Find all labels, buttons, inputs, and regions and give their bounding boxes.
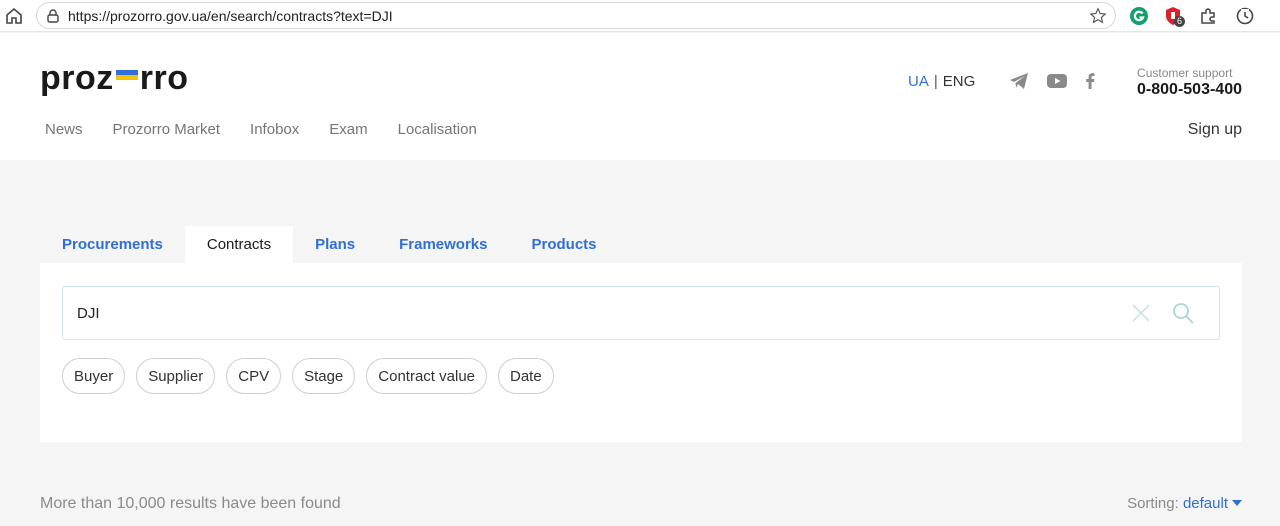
filter-supplier[interactable]: Supplier <box>136 358 216 394</box>
browser-toolbar: https://prozorro.gov.ua/en/search/contra… <box>0 0 1280 32</box>
address-bar[interactable]: https://prozorro.gov.ua/en/search/contra… <box>36 2 1116 29</box>
youtube-icon[interactable] <box>1046 71 1068 91</box>
filter-chips: Buyer Supplier CPV Stage Contract value … <box>62 358 554 394</box>
sign-up-link[interactable]: Sign up <box>1188 121 1242 139</box>
grammarly-icon[interactable] <box>1129 6 1149 26</box>
lang-ua-link[interactable]: UA <box>908 73 929 90</box>
search-icon[interactable] <box>1171 301 1195 325</box>
extensions-icon[interactable] <box>1198 6 1218 26</box>
logo-text-left: proz <box>40 58 114 97</box>
logo-text-right: rro <box>139 58 189 97</box>
filter-date[interactable]: Date <box>498 358 554 394</box>
support-label: Customer support <box>1137 66 1233 80</box>
tab-products[interactable]: Products <box>509 226 618 263</box>
filter-cpv[interactable]: CPV <box>226 358 282 394</box>
search-input[interactable] <box>77 301 977 325</box>
sorting-label: Sorting: <box>1127 495 1179 512</box>
chevron-down-icon[interactable] <box>1232 500 1242 506</box>
search-panel: Buyer Supplier CPV Stage Contract value … <box>40 263 1242 442</box>
tab-contracts[interactable]: Contracts <box>184 226 294 263</box>
lang-separator: | <box>933 73 938 90</box>
customer-support: Customer support 0-800-503-400 <box>1137 66 1242 99</box>
nav-news[interactable]: News <box>30 121 98 138</box>
filter-stage[interactable]: Stage <box>292 358 356 394</box>
prozorro-logo[interactable]: proz rro <box>40 58 189 98</box>
lang-eng-link[interactable]: ENG <box>943 73 976 90</box>
main-nav: News Prozorro Market Infobox Exam Locali… <box>30 121 492 138</box>
nav-localisation[interactable]: Localisation <box>383 121 492 138</box>
home-icon[interactable] <box>4 6 24 26</box>
filter-buyer[interactable]: Buyer <box>62 358 126 394</box>
adblock-extension[interactable]: 6 <box>1163 6 1186 27</box>
telegram-icon[interactable] <box>1008 71 1030 91</box>
sorting-value[interactable]: default <box>1183 495 1228 512</box>
site-info-icon[interactable] <box>45 8 61 24</box>
search-box <box>62 286 1220 340</box>
tab-procurements[interactable]: Procurements <box>40 226 185 263</box>
search-tabs: Procurements Contracts Plans Frameworks … <box>40 226 619 263</box>
sorting-control[interactable]: Sorting: default <box>1127 495 1242 512</box>
ukraine-flag-icon <box>115 70 138 80</box>
nav-prozorro-market[interactable]: Prozorro Market <box>98 121 236 138</box>
support-phone[interactable]: 0-800-503-400 <box>1137 81 1242 99</box>
filter-contract-value[interactable]: Contract value <box>366 358 487 394</box>
bookmark-star-icon[interactable] <box>1089 7 1107 25</box>
history-icon[interactable] <box>1235 6 1255 26</box>
language-switcher: UA | ENG <box>908 73 975 90</box>
nav-infobox[interactable]: Infobox <box>235 121 314 138</box>
url-text: https://prozorro.gov.ua/en/search/contra… <box>68 8 393 24</box>
nav-exam[interactable]: Exam <box>314 121 382 138</box>
tab-frameworks[interactable]: Frameworks <box>377 226 509 263</box>
site-header: proz rro UA | ENG Customer support 0-800-5… <box>0 33 1280 160</box>
tab-plans[interactable]: Plans <box>293 226 377 263</box>
facebook-icon[interactable] <box>1079 71 1101 91</box>
results-count: More than 10,000 results have been found <box>40 495 341 512</box>
extension-badge: 6 <box>1174 16 1186 27</box>
clear-icon[interactable] <box>1131 303 1151 323</box>
